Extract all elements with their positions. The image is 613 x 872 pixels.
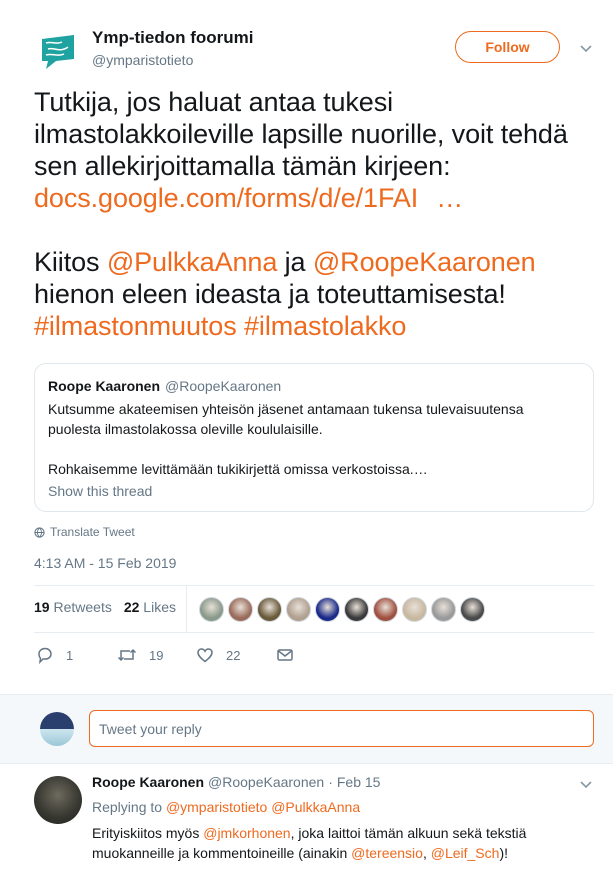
tweet-text: Tutkija, jos haluat antaa tukesi ilmasto… <box>34 86 604 342</box>
liker-avatar[interactable] <box>315 597 340 622</box>
quoted-text-line: puolesta ilmastolakossa oleville koulula… <box>48 421 323 437</box>
thanks-line: Kiitos @PulkkaAnna ja @RoopeKaaronen <box>34 246 604 278</box>
mention-jmkorhonen[interactable]: @jmkorhonen <box>203 825 290 841</box>
reply-text-line: muokanneille ja kommentoineille (ainakin… <box>92 843 572 863</box>
liker-avatar[interactable] <box>431 597 456 622</box>
replying-to-ymparistotieto[interactable]: @ymparistotieto <box>166 799 267 815</box>
retweet-icon <box>117 648 137 662</box>
globe-icon <box>34 526 45 538</box>
replying-to-pulkkaanna[interactable]: @PulkkaAnna <box>271 799 360 815</box>
quoted-text-line: Kutsumme akateemisen yhteisön jäsenet an… <box>48 401 524 417</box>
mention-tereensio[interactable]: @tereensio <box>351 845 423 861</box>
quoted-tweet-text: Kutsumme akateemisen yhteisön jäsenet an… <box>48 399 578 479</box>
mention-roopekaaronen[interactable]: @RoopeKaaronen <box>313 247 536 277</box>
reply-text-part: Erityiskiitos myös <box>92 825 204 841</box>
follow-button[interactable]: Follow <box>455 31 560 63</box>
liker-avatar[interactable] <box>199 597 224 622</box>
tweet-text-line: ilmastolakkoileville lapsille nuorille, … <box>34 119 568 149</box>
mention-pulkkaanna[interactable]: @PulkkaAnna <box>107 247 278 277</box>
link-ellipsis[interactable]: … <box>436 183 463 213</box>
tweet-text-line: hienon eleen ideasta ja toteuttamisesta! <box>34 279 506 309</box>
reply-count: 1 <box>66 647 74 663</box>
replying-to: Replying to @ymparistotieto @PulkkaAnna <box>92 799 360 815</box>
chevron-down-icon[interactable] <box>578 40 594 56</box>
divider <box>34 632 594 633</box>
replying-to-label: Replying to <box>92 799 163 815</box>
reply-text-part: muokanneille ja kommentoineille (ainakin <box>92 845 352 861</box>
likes-stat[interactable]: 22 Likes <box>124 599 176 615</box>
reply-icon <box>38 647 52 664</box>
likers-avatars <box>199 597 485 622</box>
hashtag-ilmastonmuutos[interactable]: #ilmastonmuutos <box>34 311 237 341</box>
current-user-avatar[interactable] <box>40 712 74 746</box>
form-link[interactable]: docs.google.com/forms/d/e/1FAI <box>34 183 418 213</box>
thanks-prefix: Kiitos <box>34 247 107 277</box>
mention-leif-sch[interactable]: @Leif_Sch <box>431 845 500 861</box>
reply-input[interactable]: Tweet your reply <box>89 710 594 747</box>
retweets-label: Retweets <box>53 599 112 615</box>
liker-avatar[interactable] <box>286 597 311 622</box>
reply-text: Erityiskiitos myös @jmkorhonen, joka lai… <box>92 823 572 863</box>
tweet-stats: 19 Retweets 22 Likes <box>34 599 176 615</box>
reply-text-part: , joka laittoi tämän alkuun sekä tekstiä <box>290 825 527 841</box>
tweet-actions: 1 19 22 <box>34 646 334 666</box>
retweet-count: 19 <box>149 647 164 663</box>
envelope-icon <box>277 649 293 661</box>
liker-avatar[interactable] <box>344 597 369 622</box>
liker-avatar[interactable] <box>460 597 485 622</box>
reply-action[interactable]: 1 <box>36 646 73 664</box>
thanks-mid: ja <box>277 247 313 277</box>
author-name[interactable]: Ymp-tiedon foorumi <box>92 28 253 48</box>
quoted-text-line: Rohkaisemme levittämään tukikirjettä omi… <box>48 461 428 477</box>
reply-text-part: )! <box>499 845 508 861</box>
quoted-author-handle: @RoopeKaaronen <box>165 378 282 394</box>
translate-tweet[interactable]: Translate Tweet <box>34 525 135 539</box>
liker-avatar[interactable] <box>228 597 253 622</box>
hashtag-ilmastolakko[interactable]: #ilmastolakko <box>244 311 406 341</box>
liker-avatar[interactable] <box>373 597 398 622</box>
retweets-stat[interactable]: 19 Retweets <box>34 599 112 615</box>
quoted-tweet[interactable]: Roope Kaaronen @RoopeKaaronen Kutsumme a… <box>34 363 594 512</box>
reply-separator: · <box>328 774 333 790</box>
reply-author-handle[interactable]: @RoopeKaaronen <box>208 774 324 790</box>
author-avatar[interactable] <box>34 27 82 75</box>
reply-text-line: Erityiskiitos myös @jmkorhonen, joka lai… <box>92 823 572 843</box>
like-count: 22 <box>226 647 241 663</box>
author-handle[interactable]: @ymparistotieto <box>92 52 193 68</box>
heart-icon <box>197 648 213 663</box>
reply-author-avatar[interactable] <box>34 776 82 824</box>
tweet-text-line: Tutkija, jos haluat antaa tukesi <box>34 87 394 117</box>
direct-message-action[interactable] <box>276 646 294 664</box>
chevron-down-icon[interactable] <box>578 776 594 792</box>
quoted-text-gap <box>48 439 578 459</box>
reply-date[interactable]: Feb 15 <box>337 774 381 790</box>
stats-separator <box>186 586 187 632</box>
retweet-action[interactable]: 19 <box>117 646 163 664</box>
like-action[interactable]: 22 <box>196 646 240 664</box>
likes-count: 22 <box>123 599 140 615</box>
translate-label: Translate Tweet <box>50 525 135 539</box>
tweet-link-line: docs.google.com/forms/d/e/1FAI … <box>34 182 604 214</box>
speech-bubble-logo-icon <box>42 35 74 69</box>
tweet-timestamp[interactable]: 4:13 AM - 15 Feb 2019 <box>34 555 176 571</box>
show-thread-link[interactable]: Show this thread <box>48 483 152 499</box>
tweet-text-line: sen allekirjoittamalla tämän kirjeen: <box>34 151 451 181</box>
liker-avatar[interactable] <box>257 597 282 622</box>
divider <box>34 585 594 586</box>
liker-avatar[interactable] <box>402 597 427 622</box>
reply-text-part: , <box>422 845 431 861</box>
hashtags-line: #ilmastonmuutos #ilmastolakko <box>34 310 604 342</box>
reply-header: Roope Kaaronen @RoopeKaaronen · Feb 15 <box>92 774 380 790</box>
quoted-author-name: Roope Kaaronen <box>48 378 161 394</box>
likes-label: Likes <box>143 599 176 615</box>
reply-author-name[interactable]: Roope Kaaronen <box>92 774 204 790</box>
retweets-count: 19 <box>34 599 50 615</box>
